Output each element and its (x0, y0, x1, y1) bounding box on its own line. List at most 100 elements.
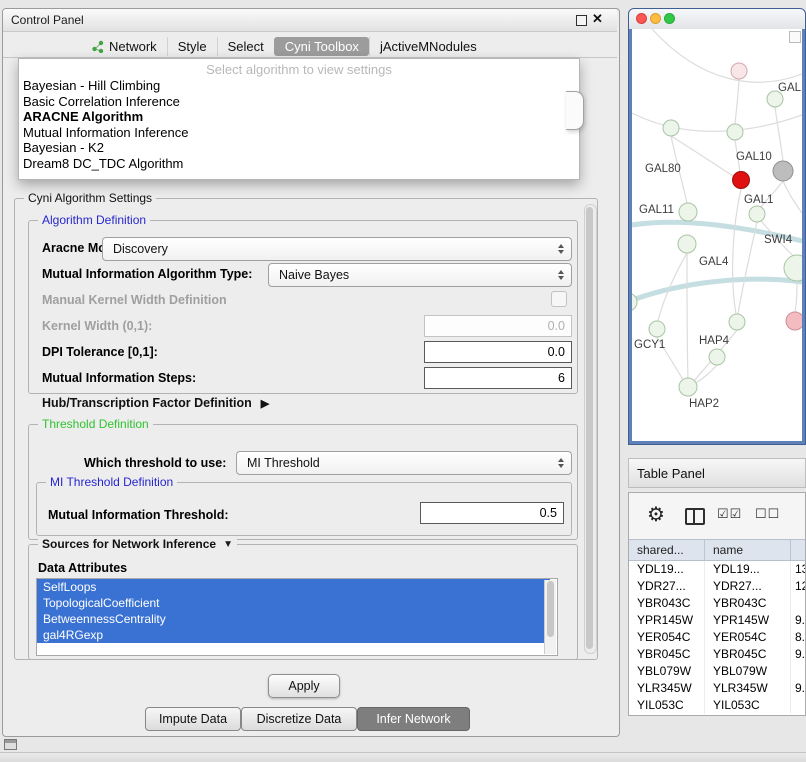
settings-scrollbar[interactable] (584, 204, 597, 654)
table-panel-window: ⚙ ☑☑ ☐☐ shared...name YDL19...YDL19...13… (628, 492, 806, 716)
tab-label: Discretize Data (257, 712, 342, 726)
column-browser-icon[interactable] (685, 508, 705, 525)
column-header[interactable]: shared... (629, 540, 705, 560)
tab-discretize-data[interactable]: Discretize Data (241, 707, 357, 731)
table-cell: 9. (791, 646, 805, 663)
which-threshold-select[interactable]: MI Threshold (236, 451, 572, 475)
graph-node[interactable] (632, 293, 637, 311)
table-settings-gear-icon[interactable]: ⚙ (647, 502, 665, 527)
table-row[interactable]: YBR043CYBR043C (629, 595, 805, 612)
table-cell: YPR145W (629, 612, 705, 629)
partially-hidden-input[interactable] (566, 91, 584, 130)
attribute-list-item[interactable]: TopologicalCoefficient (37, 595, 550, 611)
dpi-tolerance-input[interactable]: 0.0 (424, 341, 572, 363)
control-panel-titlebar: Control Panel ✕ (3, 9, 617, 32)
tab-impute-data[interactable]: Impute Data (145, 707, 241, 731)
mi-threshold-input[interactable]: 0.5 (420, 502, 564, 524)
tab-label: Impute Data (159, 712, 227, 726)
table-cell: YPR145W (705, 612, 791, 629)
table-row[interactable]: YDL19...YDL19...13 (629, 561, 805, 578)
mi-steps-input[interactable]: 6 (424, 367, 572, 389)
graph-node[interactable] (773, 161, 793, 181)
network-canvas[interactable]: GAL80GAL10GAL11GAL1SWI4GAL4GCY1HAP4HAP2G… (632, 29, 802, 441)
scrollbar-thumb[interactable] (547, 581, 554, 637)
input-value: 0.0 (548, 345, 565, 359)
apply-button[interactable]: Apply (268, 674, 340, 698)
graph-node[interactable] (731, 63, 747, 79)
table-cell: YBR045C (705, 646, 791, 663)
deselect-all-icon[interactable]: ☐☐ (755, 506, 780, 522)
tab-style[interactable]: Style (167, 37, 217, 56)
table-cell: 13 (791, 561, 805, 578)
traffic-light-zoom-icon[interactable] (664, 13, 675, 24)
mi-steps-label: Mutual Information Steps: (42, 371, 196, 385)
mi-algorithm-type-label: Mutual Information Algorithm Type: (42, 267, 252, 281)
list-scrollbar[interactable] (544, 580, 556, 654)
apply-label: Apply (288, 679, 319, 693)
column-header[interactable] (791, 540, 805, 560)
graph-node[interactable] (784, 255, 802, 281)
graph-node[interactable] (749, 206, 765, 222)
graph-node-label: HAP4 (699, 335, 730, 347)
table-row[interactable]: YER054CYER054C8. (629, 629, 805, 646)
algorithm-option[interactable]: Mutual Information Inference (19, 125, 579, 141)
kernel-width-label: Kernel Width (0,1): (42, 319, 152, 333)
table-row[interactable]: YBL079WYBL079W (629, 663, 805, 680)
table-row[interactable]: YLR345WYLR345W9. (629, 680, 805, 697)
attribute-list-item[interactable]: gal4RGexp (37, 627, 550, 643)
algorithm-option[interactable]: Bayesian - Hill Climbing (19, 78, 579, 94)
graph-edge (687, 253, 688, 378)
algorithm-option[interactable]: Bayesian - K2 (19, 140, 579, 156)
algorithm-option[interactable]: ARACNE Algorithm (19, 109, 579, 125)
graph-node-label: GAL80 (645, 163, 681, 175)
table-row[interactable]: YIL053CYIL053C (629, 697, 805, 714)
traffic-light-close-icon[interactable] (636, 13, 647, 24)
column-header[interactable]: name (705, 540, 791, 560)
table-cell: 8. (791, 629, 805, 646)
table-row[interactable]: YDR27...YDR27...12 (629, 578, 805, 595)
graph-node-label: GCY1 (634, 339, 665, 351)
graph-node[interactable] (729, 314, 745, 330)
tab-network[interactable]: Network (81, 37, 167, 56)
table-row[interactable]: YBR045CYBR045C9. (629, 646, 805, 663)
graph-edge (632, 279, 802, 302)
tab-infer-network[interactable]: Infer Network (357, 707, 470, 731)
graph-node[interactable] (733, 172, 750, 189)
graph-node[interactable] (663, 120, 679, 136)
tab-cyni-toolbox[interactable]: Cyni Toolbox (274, 37, 369, 56)
algorithm-option[interactable]: Basic Correlation Inference (19, 94, 579, 110)
table-cell: YBR043C (705, 595, 791, 612)
attribute-list-item[interactable]: SelfLoops (37, 579, 550, 595)
restore-panel-icon[interactable] (4, 739, 17, 750)
graph-node[interactable] (679, 203, 697, 221)
tab-select[interactable]: Select (217, 37, 274, 56)
table-toolbar: ⚙ ☑☑ ☐☐ (629, 493, 805, 540)
tab-jactivemnodules[interactable]: jActiveMNodules (369, 37, 487, 56)
table-cell: YDR27... (629, 578, 705, 595)
aracne-mode-select[interactable]: Discovery (102, 237, 572, 261)
table-body: YDL19...YDL19...13YDR27...YDR27...12YBR0… (629, 561, 805, 714)
mi-algorithm-type-select[interactable]: Naive Bayes (268, 263, 572, 287)
close-icon[interactable]: ✕ (592, 11, 603, 27)
algorithm-option[interactable]: Dream8 DC_TDC Algorithm (19, 156, 579, 172)
graph-node[interactable] (709, 349, 725, 365)
group-title: MI Threshold Definition (46, 475, 177, 489)
graph-node[interactable] (649, 321, 665, 337)
graph-node-label: GAL10 (736, 151, 772, 163)
traffic-light-minimize-icon[interactable] (650, 13, 661, 24)
graph-node[interactable] (727, 124, 743, 140)
table-row[interactable]: YPR145WYPR145W9. (629, 612, 805, 629)
group-title: Threshold Definition (38, 417, 153, 431)
hub-definition-toggle[interactable]: Hub/Transcription Factor Definition ▶ (42, 396, 269, 410)
sources-toggle[interactable]: Sources for Network Inference ▼ (38, 537, 237, 551)
attribute-list-item[interactable]: BetweennessCentrality (37, 611, 550, 627)
graph-node[interactable] (678, 235, 696, 253)
tab-label: Infer Network (376, 712, 450, 726)
attribute-list[interactable]: SelfLoopsTopologicalCoefficientBetweenne… (36, 578, 558, 656)
graph-node[interactable] (786, 312, 802, 330)
select-all-icon[interactable]: ☑☑ (717, 506, 742, 522)
scrollbar-thumb[interactable] (586, 207, 593, 649)
float-window-icon[interactable] (576, 15, 587, 26)
select-value: Discovery (113, 242, 168, 256)
graph-node[interactable] (679, 378, 697, 396)
